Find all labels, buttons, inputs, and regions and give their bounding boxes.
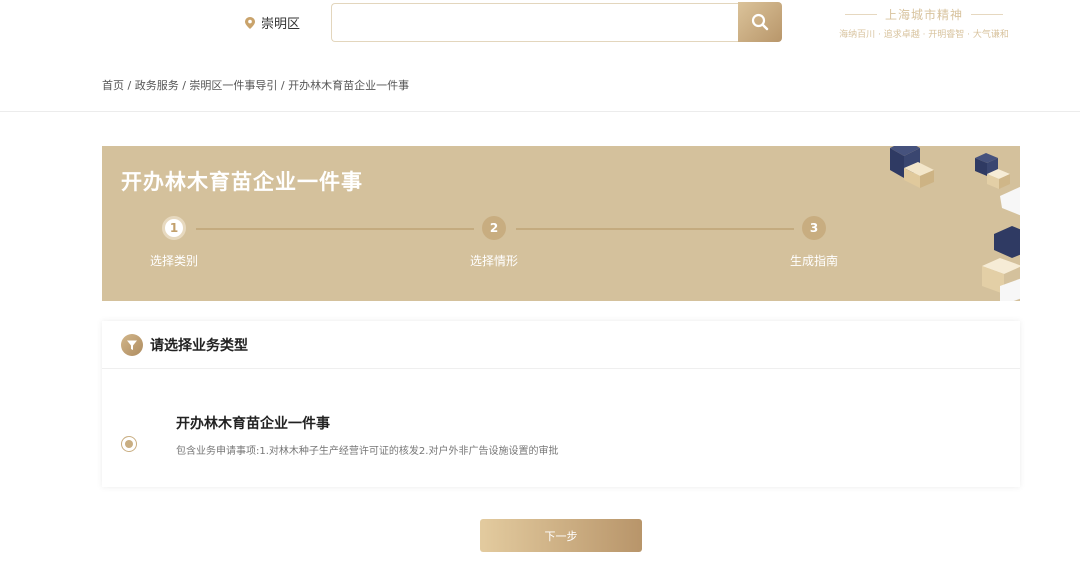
step-3-circle: 3 — [802, 216, 826, 240]
process-banner: 开办林木育苗企业一件事 1 选择类别 2 选择情形 3 生成指南 — [102, 146, 1020, 301]
slogan-title: 上海城市精神 — [884, 8, 963, 22]
step-2-circle: 2 — [482, 216, 506, 240]
slogan-divider-left — [844, 14, 877, 15]
search-button[interactable] — [738, 2, 782, 42]
step-connector-2 — [516, 228, 794, 230]
search-input[interactable] — [331, 3, 738, 42]
slogan-divider-right — [971, 14, 1003, 15]
search-icon — [751, 13, 769, 31]
breadcrumb[interactable]: 首页 / 政务服务 / 崇明区一件事导引 / 开办林木育苗企业一件事 — [102, 77, 409, 93]
location-selector[interactable]: 崇明区 — [245, 13, 300, 32]
next-step-button[interactable]: 下一步 — [480, 519, 642, 552]
card-title: 请选择业务类型 — [150, 337, 248, 354]
location-label: 崇明区 — [261, 17, 301, 32]
filter-icon — [121, 333, 143, 356]
option-radio[interactable] — [121, 436, 137, 452]
radio-selected-dot — [125, 440, 133, 448]
step-1-label: 选择类别 — [149, 254, 198, 268]
location-pin-icon — [245, 16, 255, 29]
option-description: 包含业务申请事项:1.对林木种子生产经营许可证的核发2.对户外非广告设施设置的审… — [176, 446, 559, 457]
slogan-subtitle: 海纳百川 · 追求卓越 · 开明睿智 · 大气谦和 — [839, 30, 1009, 40]
option-title[interactable]: 开办林木育苗企业一件事 — [176, 413, 330, 433]
business-type-card: 请选择业务类型 开办林木育苗企业一件事 包含业务申请事项:1.对林木种子生产经营… — [102, 321, 1020, 487]
step-3-label: 生成指南 — [789, 254, 838, 268]
step-connector-1 — [196, 228, 474, 230]
decorative-cubes-illustration — [890, 146, 1020, 301]
city-spirit-slogan: 上海城市精神 海纳百川 · 追求卓越 · 开明睿智 · 大气谦和 — [826, 6, 1022, 40]
header-divider — [0, 111, 1080, 112]
banner-title: 开办林木育苗企业一件事 — [121, 170, 363, 194]
step-1-circle: 1 — [162, 216, 186, 240]
step-2-label: 选择情形 — [469, 254, 518, 268]
card-header: 请选择业务类型 — [102, 321, 1020, 369]
